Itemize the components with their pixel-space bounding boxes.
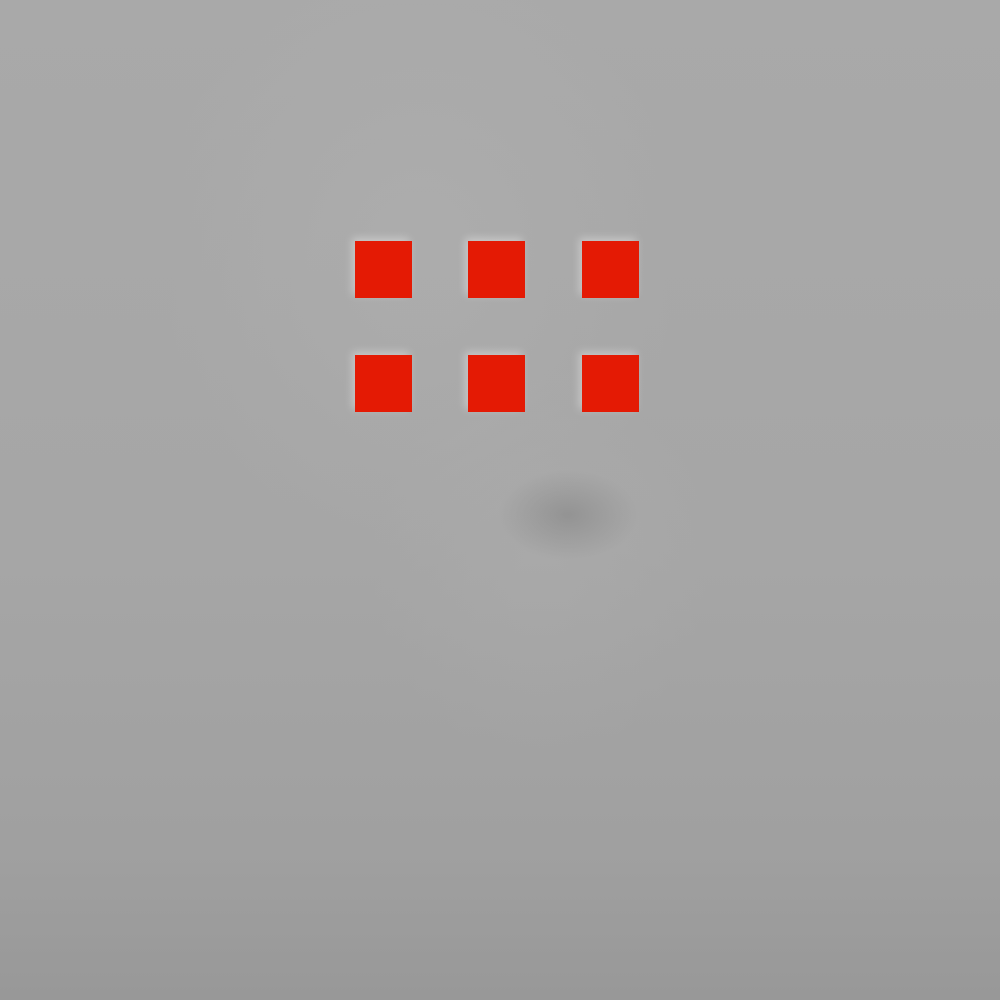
red-square (468, 241, 525, 298)
red-square (355, 355, 412, 412)
red-square (355, 241, 412, 298)
red-square-grid (355, 241, 639, 412)
red-square (468, 355, 525, 412)
blurred-background (0, 0, 1000, 1000)
red-square (582, 241, 639, 298)
red-square (582, 355, 639, 412)
